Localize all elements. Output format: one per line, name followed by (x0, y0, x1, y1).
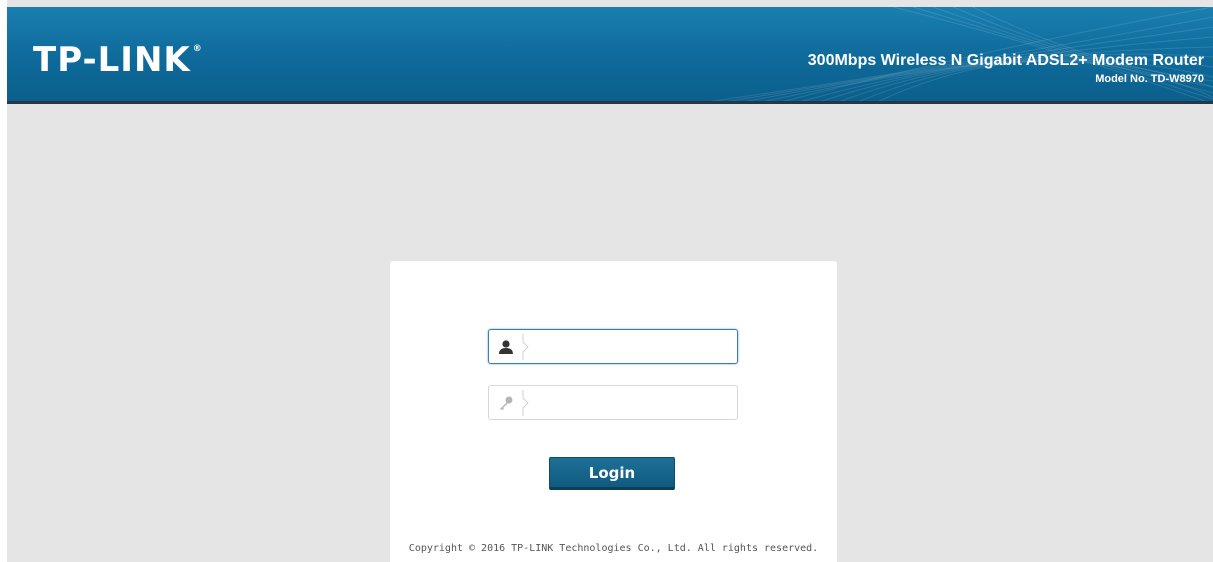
username-input[interactable] (535, 335, 731, 359)
user-icon (489, 330, 522, 363)
logo-text: TP-LINK (33, 40, 191, 80)
field-separator (522, 334, 529, 360)
model-number: Model No. TD-W8970 (1095, 73, 1204, 85)
product-name: 300Mbps Wireless N Gigabit ADSL2+ Modem … (807, 52, 1204, 69)
key-icon (489, 386, 522, 419)
username-field[interactable] (488, 329, 738, 364)
field-separator (522, 390, 529, 416)
tp-link-logo: TP-LINK ® (33, 43, 203, 77)
header-banner: TP-LINK ® 300Mbps Wireless N Gigabit ADSL… (7, 7, 1213, 104)
login-card: Login Copyright © 2016 TP-LINK Technolog… (390, 261, 837, 562)
page-frame: TP-LINK ® 300Mbps Wireless N Gigabit ADSL… (7, 0, 1213, 562)
password-input[interactable] (535, 391, 731, 415)
product-info: 300Mbps Wireless N Gigabit ADSL2+ Modem … (808, 51, 1204, 87)
copyright-text: Copyright © 2016 TP-LINK Technologies Co… (408, 543, 819, 554)
registered-mark: ® (192, 44, 203, 54)
login-button[interactable]: Login (549, 457, 675, 490)
password-field[interactable] (488, 385, 738, 420)
